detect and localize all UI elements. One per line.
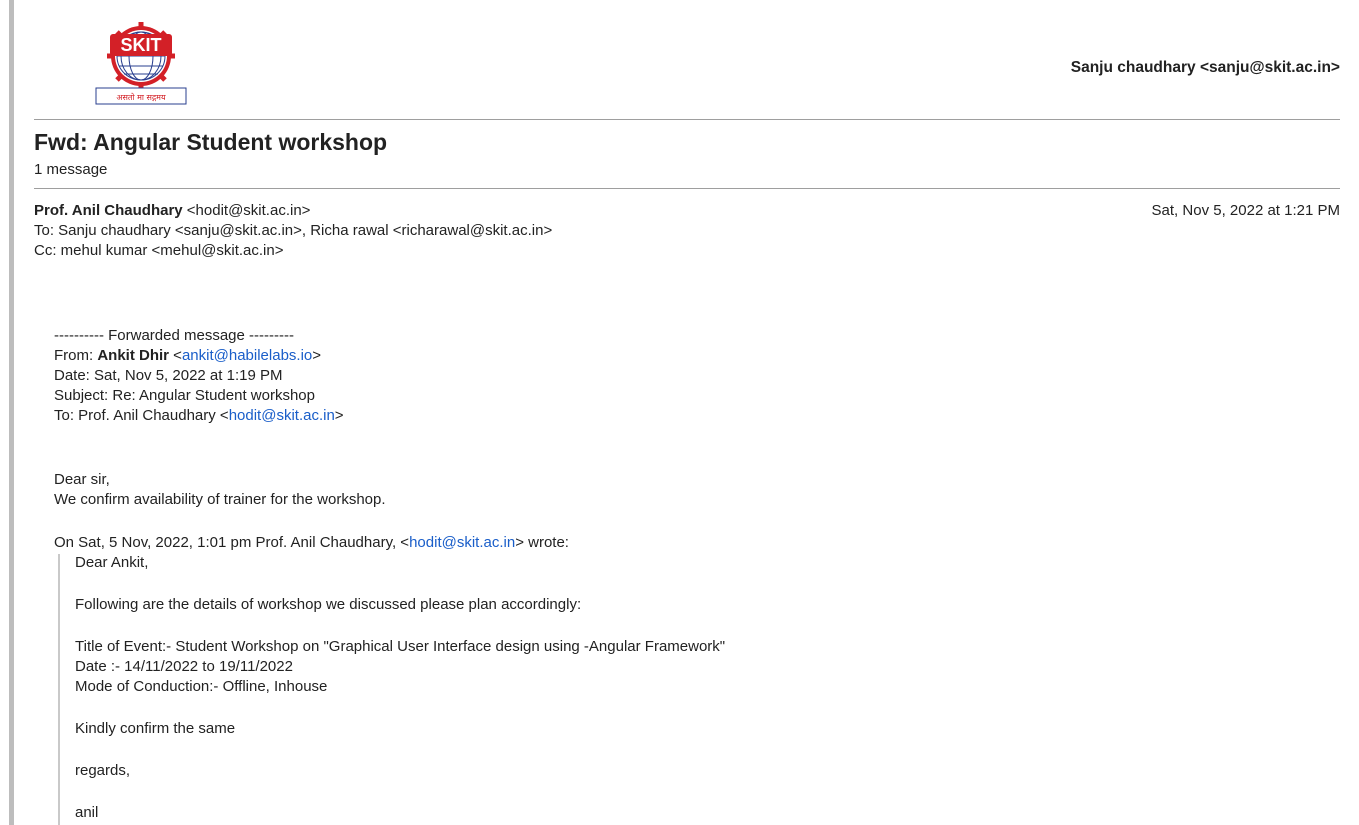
logo-text: SKIT (120, 35, 161, 55)
logo-tagline: असतो मा सद्गमय (116, 92, 166, 102)
message-count: 1 message (34, 161, 108, 178)
forwarded-from-label: From: (54, 347, 98, 364)
skit-logo: SKIT असतो मा सद्गमय (88, 16, 194, 108)
quote-attribution-pre: On Sat, 5 Nov, 2022, 1:01 pm Prof. Anil … (54, 534, 410, 551)
sender-name: Prof. Anil Chaudhary (34, 202, 183, 219)
thread-subject: Fwd: Angular Student workshop (34, 129, 388, 155)
forwarded-from: From: Ankit Dhir <ankit@habilelabs.io> (54, 347, 321, 364)
forwarded-to-close: > (334, 407, 344, 424)
quote-event-title: Title of Event:- Student Workshop on "Gr… (75, 638, 726, 655)
quote-event-date: Date :- 14/11/2022 to 19/11/2022 (75, 658, 293, 675)
forwarded-to: To: Prof. Anil Chaudhary <hodit@skit.ac.… (54, 407, 344, 424)
forwarded-divider: ---------- Forwarded message --------- (54, 327, 294, 344)
forwarded-from-open: < (169, 347, 182, 364)
quote-attribution-post: > wrote: (515, 534, 569, 551)
quote-intro: Following are the details of workshop we… (75, 596, 582, 613)
quote-event-mode: Mode of Conduction:- Offline, Inhouse (75, 678, 328, 695)
quote-regards: regards, (75, 762, 131, 779)
forwarded-subject: Subject: Re: Angular Student workshop (54, 387, 315, 404)
forwarded-date: Date: Sat, Nov 5, 2022 at 1:19 PM (54, 367, 283, 384)
subject-divider (34, 188, 1340, 189)
left-border (9, 0, 14, 825)
forwarded-from-name: Ankit Dhir (97, 347, 170, 364)
sender-line: Prof. Anil Chaudhary <hodit@skit.ac.in> (34, 202, 310, 219)
recipients-to: To: Sanju chaudhary <sanju@skit.ac.in>, … (34, 222, 553, 239)
quote-attribution-email-link[interactable]: hodit@skit.ac.in (409, 534, 515, 551)
forwarded-to-label: To: Prof. Anil Chaudhary < (54, 407, 229, 424)
account-label: Sanju chaudhary <sanju@skit.ac.in> (1070, 59, 1340, 76)
forwarded-from-close: > (312, 347, 322, 364)
forwarded-from-email-link[interactable]: ankit@habilelabs.io (182, 347, 312, 364)
header-divider (34, 119, 1340, 120)
sender-email: <hodit@skit.ac.in> (182, 202, 311, 219)
reply-body: We confirm availability of trainer for t… (54, 491, 386, 508)
quote-confirm: Kindly confirm the same (75, 720, 236, 737)
quote-bar (58, 554, 60, 825)
quote-signature: anil (75, 804, 99, 821)
message-date: Sat, Nov 5, 2022 at 1:21 PM (1151, 202, 1340, 219)
forwarded-to-email-link[interactable]: hodit@skit.ac.in (229, 407, 335, 424)
reply-greeting: Dear sir, (54, 471, 110, 488)
quote-greeting: Dear Ankit, (75, 554, 149, 571)
recipients-cc: Cc: mehul kumar <mehul@skit.ac.in> (34, 242, 284, 259)
quote-attribution: On Sat, 5 Nov, 2022, 1:01 pm Prof. Anil … (54, 534, 569, 551)
